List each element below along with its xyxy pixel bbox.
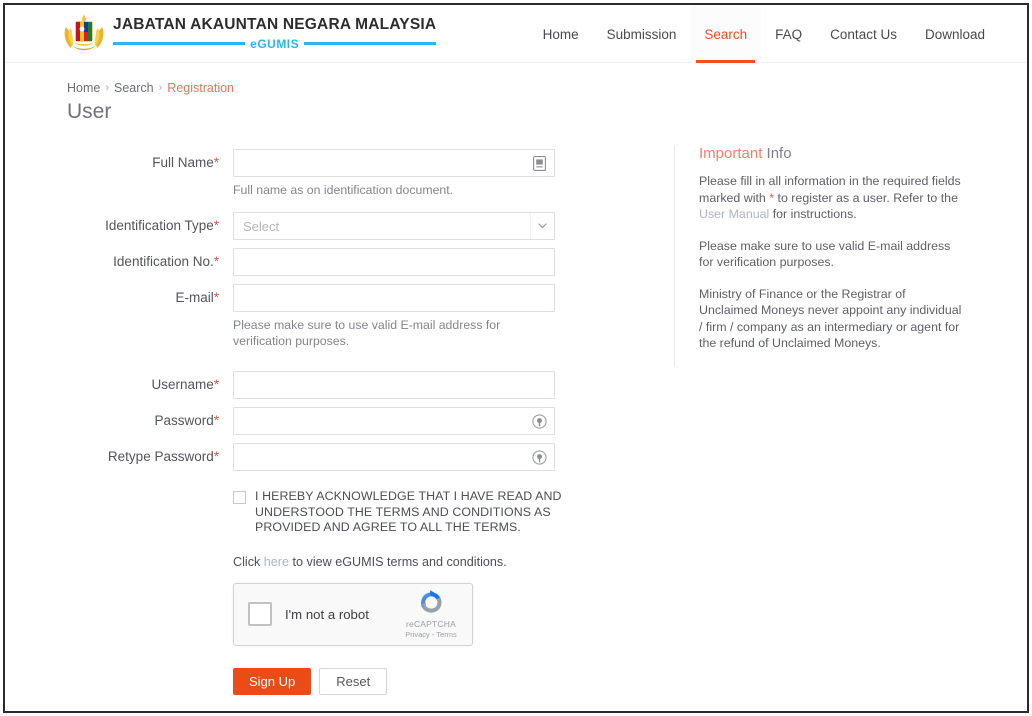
malaysia-coat-of-arms-icon bbox=[61, 11, 107, 55]
terms-link-prefix: Click bbox=[233, 554, 264, 569]
field-row-identification-no: Identification No.* bbox=[67, 248, 587, 276]
required-marker: * bbox=[213, 413, 219, 428]
label-retype-password: Retype Password* bbox=[67, 443, 233, 471]
required-marker: * bbox=[213, 218, 219, 233]
label-password-text: Password bbox=[154, 413, 214, 428]
label-email: E-mail* bbox=[67, 284, 233, 312]
field-row-retype-password: Retype Password* bbox=[67, 443, 587, 471]
sign-up-button[interactable]: Sign Up bbox=[233, 667, 312, 695]
required-marker: * bbox=[213, 290, 219, 305]
registration-form: Full Name* Full name as on identificatio… bbox=[67, 149, 587, 695]
field-row-email: E-mail* bbox=[67, 284, 587, 312]
nav-item-search[interactable]: Search bbox=[690, 5, 762, 63]
terms-here-link[interactable]: here bbox=[264, 555, 289, 569]
reset-button[interactable]: Reset bbox=[319, 667, 388, 695]
label-identification-type: Identification Type* bbox=[67, 212, 233, 240]
nav-item-contact-us[interactable]: Contact Us bbox=[816, 5, 911, 63]
brand-rule-right bbox=[304, 42, 437, 45]
recaptcha-widget[interactable]: I'm not a robot reCAPTCHA Privacy - Term… bbox=[233, 582, 473, 646]
label-full-name-text: Full Name bbox=[152, 155, 214, 170]
recaptcha-privacy-terms[interactable]: Privacy - Terms bbox=[396, 630, 466, 639]
terms-link-suffix: to view eGUMIS terms and conditions. bbox=[289, 554, 507, 569]
important-info-paragraph-1: Please fill in all information in the re… bbox=[699, 173, 964, 223]
recaptcha-label: I'm not a robot bbox=[285, 606, 369, 622]
password-input[interactable] bbox=[233, 407, 555, 435]
identification-no-input[interactable] bbox=[233, 248, 555, 276]
breadcrumb-item-registration: Registration bbox=[167, 81, 234, 95]
main-navigation: Home Submission Search FAQ Contact Us Do… bbox=[529, 5, 999, 63]
chevron-down-icon bbox=[530, 213, 554, 239]
terms-link-line: Click here to view eGUMIS terms and cond… bbox=[233, 555, 587, 569]
terms-checkbox[interactable] bbox=[233, 491, 246, 504]
site-brand[interactable]: JABATAN AKAUNTAN NEGARA MALAYSIA eGUMIS bbox=[61, 11, 437, 55]
nav-item-home[interactable]: Home bbox=[529, 5, 593, 63]
site-header: JABATAN AKAUNTAN NEGARA MALAYSIA eGUMIS … bbox=[5, 5, 1027, 63]
username-input[interactable] bbox=[233, 371, 555, 399]
identification-type-selected-value: Select bbox=[243, 218, 280, 234]
field-row-full-name: Full Name* bbox=[67, 149, 587, 177]
important-info-paragraph-2: Please make sure to use valid E-mail add… bbox=[699, 238, 951, 270]
field-row-identification-type: Identification Type* Select bbox=[67, 212, 587, 240]
label-identification-type-text: Identification Type bbox=[105, 218, 214, 233]
recaptcha-brand-name: reCAPTCHA bbox=[406, 619, 456, 629]
label-identification-no-text: Identification No. bbox=[113, 254, 214, 269]
breadcrumb: Home › Search › Registration bbox=[67, 81, 234, 95]
important-info-title: Important Info bbox=[699, 145, 964, 162]
brand-sub-label: eGUMIS bbox=[250, 36, 300, 51]
field-row-username: Username* bbox=[67, 371, 587, 399]
important-info-paragraph-3: Ministry of Finance or the Registrar of … bbox=[699, 286, 962, 351]
brand-subtitle: eGUMIS bbox=[113, 36, 437, 51]
recaptcha-checkbox[interactable] bbox=[248, 602, 272, 626]
hint-full-name: Full name as on identification document. bbox=[233, 183, 454, 197]
required-marker: * bbox=[213, 377, 219, 392]
form-actions: Sign Up Reset bbox=[233, 667, 587, 695]
label-password: Password* bbox=[67, 407, 233, 435]
info-p1-part3: for instructions. bbox=[769, 207, 857, 221]
field-row-password: Password* bbox=[67, 407, 587, 435]
recaptcha-branding: reCAPTCHA Privacy - Terms bbox=[396, 589, 466, 639]
user-manual-link[interactable]: User Manual bbox=[699, 207, 769, 221]
breadcrumb-separator-icon: › bbox=[158, 82, 163, 94]
required-marker: * bbox=[213, 254, 219, 269]
full-name-input[interactable] bbox=[233, 149, 555, 177]
nav-item-submission[interactable]: Submission bbox=[593, 5, 691, 63]
brand-rule-left bbox=[113, 42, 246, 45]
brand-title: JABATAN AKAUNTAN NEGARA MALAYSIA bbox=[113, 15, 437, 33]
retype-password-input[interactable] bbox=[233, 443, 555, 471]
label-email-text: E-mail bbox=[175, 290, 214, 305]
breadcrumb-item-home[interactable]: Home bbox=[67, 81, 100, 95]
nav-item-faq[interactable]: FAQ bbox=[761, 5, 816, 63]
terms-acknowledgement-text: I HEREBY ACKNOWLEDGE THAT I HAVE READ AN… bbox=[255, 489, 562, 534]
page-title: User bbox=[67, 100, 112, 123]
label-full-name: Full Name* bbox=[67, 149, 233, 177]
nav-item-download[interactable]: Download bbox=[911, 5, 999, 63]
info-p1-part2: to register as a user. Refer to the bbox=[774, 190, 958, 205]
breadcrumb-separator-icon: › bbox=[105, 82, 110, 94]
hint-email: Please make sure to use valid E-mail add… bbox=[233, 318, 501, 348]
browser-page-frame: JABATAN AKAUNTAN NEGARA MALAYSIA eGUMIS … bbox=[3, 3, 1029, 713]
label-username: Username* bbox=[67, 371, 233, 399]
breadcrumb-item-search[interactable]: Search bbox=[114, 81, 154, 95]
terms-acknowledgement-row: I HEREBY ACKNOWLEDGE THAT I HAVE READ AN… bbox=[233, 489, 563, 536]
required-marker: * bbox=[213, 155, 219, 170]
email-input[interactable] bbox=[233, 284, 555, 312]
important-info-title-highlight: Important bbox=[699, 145, 763, 162]
important-info-title-rest: Info bbox=[762, 145, 792, 162]
label-identification-no: Identification No.* bbox=[67, 248, 233, 276]
important-info-panel: Important Info Please fill in all inform… bbox=[674, 145, 964, 367]
identification-type-select[interactable]: Select bbox=[233, 212, 555, 240]
required-marker: * bbox=[213, 449, 219, 464]
page-content: Home › Search › Registration User Full N… bbox=[5, 63, 1027, 711]
label-username-text: Username bbox=[151, 377, 214, 392]
recaptcha-logo-icon bbox=[396, 589, 466, 617]
label-retype-password-text: Retype Password bbox=[107, 449, 214, 464]
